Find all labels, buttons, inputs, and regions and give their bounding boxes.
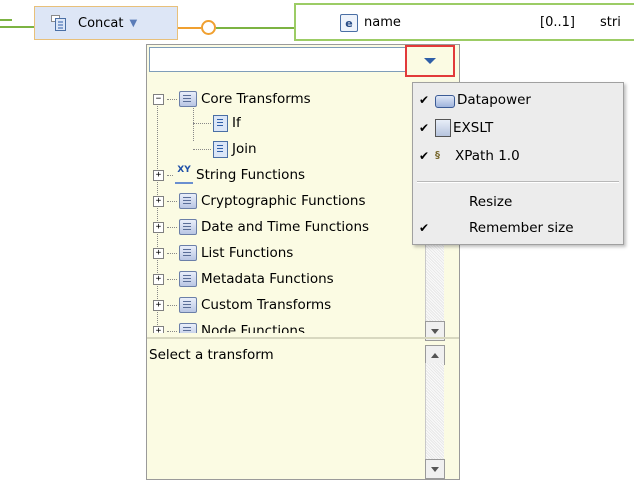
transform-tree[interactable]: − Core Transforms If Join + XY String Fu… [149, 83, 419, 333]
tree-item-join[interactable]: Join [193, 138, 257, 160]
transform-icon [51, 15, 67, 36]
datapower-icon [435, 94, 455, 108]
tree-item-list-functions[interactable]: + List Functions [153, 242, 293, 264]
tree-item-string-functions[interactable]: + XY String Functions [153, 164, 305, 186]
expand-icon[interactable]: + [153, 299, 164, 311]
tree-item-label: Metadata Functions [201, 271, 334, 287]
menu-item-remember-size[interactable]: ✔ Remember size [413, 215, 623, 241]
menu-item-label: Resize [469, 194, 513, 210]
connection-line [0, 19, 12, 21]
transform-description: Select a transform [149, 347, 274, 363]
connection-line [216, 27, 296, 29]
expand-icon[interactable]: + [153, 273, 164, 285]
triangle-down-icon [424, 58, 436, 64]
menu-item-xpath[interactable]: ✔ § XPath 1.0 [413, 143, 623, 169]
field-name: name [364, 15, 401, 30]
scroll-up-button[interactable] [425, 345, 445, 365]
view-menu-button[interactable] [405, 45, 455, 77]
description-scrollbar[interactable] [425, 345, 445, 479]
connection-line [0, 26, 34, 28]
xpath-icon: § [435, 150, 440, 161]
calendar-icon [179, 219, 197, 235]
folder-icon [179, 91, 197, 107]
output-port[interactable] [201, 20, 216, 35]
folder-icon [179, 245, 197, 261]
menu-item-label: XPath 1.0 [455, 148, 520, 164]
tree-item-cryptographic-functions[interactable]: + Cryptographic Functions [153, 190, 366, 212]
menu-item-datapower[interactable]: ✔ Datapower [413, 87, 623, 113]
tree-item-if[interactable]: If [193, 112, 241, 134]
transform-icon [213, 140, 228, 158]
target-field-name[interactable]: e name [0..1] stri [294, 3, 634, 41]
tree-item-custom-transforms[interactable]: + Custom Transforms [153, 294, 331, 316]
view-options-menu: ✔ Datapower ✔ EXSLT ✔ § XPath 1.0 Resize… [412, 82, 624, 245]
menu-item-label: Remember size [469, 220, 574, 236]
tree-item-label: Cryptographic Functions [201, 193, 366, 209]
tree-item-label: Node Functions [201, 323, 305, 333]
connection-line [178, 27, 201, 29]
field-cardinality: [0..1] [540, 15, 575, 30]
xy-functions-icon: XY [175, 166, 193, 184]
tree-item-label: Custom Transforms [201, 297, 332, 313]
transform-icon [213, 114, 228, 132]
tree-item-core-transforms[interactable]: − Core Transforms [153, 88, 311, 110]
field-type: stri [600, 15, 621, 30]
folder-icon [179, 297, 197, 313]
menu-item-resize[interactable]: Resize [413, 189, 623, 215]
folder-icon [179, 193, 197, 209]
tree-item-node-functions[interactable]: + Node Functions [153, 320, 305, 333]
menu-item-exslt[interactable]: ✔ EXSLT [413, 115, 623, 141]
check-icon: ✔ [418, 93, 430, 107]
menu-separator [417, 181, 619, 183]
transform-filter-input[interactable] [149, 47, 407, 72]
tree-item-label: Core Transforms [201, 91, 311, 107]
exslt-icon [435, 119, 451, 137]
collapse-icon[interactable]: − [153, 93, 164, 105]
expand-icon[interactable]: + [153, 325, 164, 333]
menu-item-label: Datapower [457, 92, 531, 108]
menu-item-label: EXSLT [453, 120, 494, 136]
tree-item-label: String Functions [196, 167, 306, 183]
transform-name-label: Concat [78, 15, 124, 31]
element-icon: e [340, 14, 358, 32]
tree-item-metadata-functions[interactable]: + Metadata Functions [153, 268, 334, 290]
tree-item-label: Date and Time Functions [201, 219, 370, 235]
check-icon: ✔ [418, 149, 430, 163]
scroll-down-button[interactable] [425, 459, 445, 479]
expand-icon[interactable]: + [153, 195, 164, 207]
tree-item-label: If [232, 115, 241, 131]
expand-icon[interactable]: + [153, 247, 164, 259]
expand-icon[interactable]: + [153, 169, 164, 181]
check-icon: ✔ [418, 221, 430, 235]
expand-icon[interactable]: + [153, 221, 164, 233]
tree-item-label: Join [232, 141, 257, 157]
tree-item-date-time-functions[interactable]: + Date and Time Functions [153, 216, 369, 238]
concat-transform-node[interactable]: Concat ▼ [34, 6, 178, 40]
chevron-down-icon[interactable]: ▼ [129, 18, 137, 29]
folder-icon [179, 323, 197, 333]
pane-divider[interactable] [147, 337, 459, 339]
tree-item-label: List Functions [201, 245, 294, 261]
check-icon: ✔ [418, 121, 430, 135]
folder-icon [179, 271, 197, 287]
